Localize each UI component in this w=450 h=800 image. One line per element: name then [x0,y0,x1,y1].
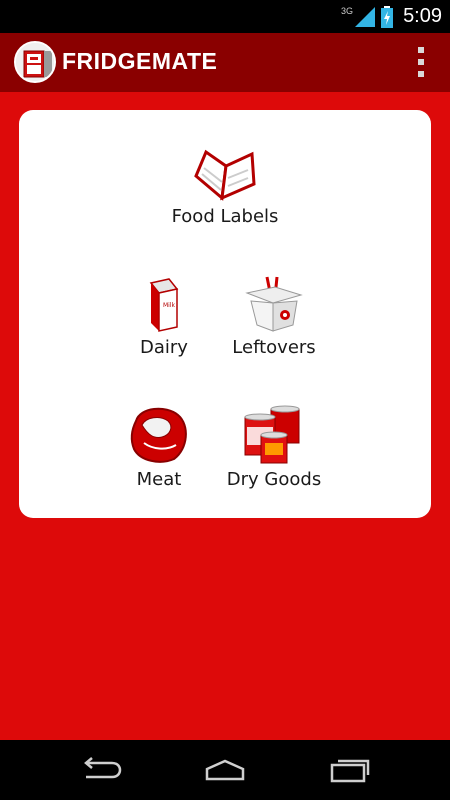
main-content: Food Labels Milk Dairy Leftovers Meat Dr… [0,92,450,740]
category-label: Leftovers [232,337,316,358]
category-dairy[interactable]: Milk Dairy [114,275,214,358]
category-label: Dry Goods [226,469,322,490]
network-type: 3G [341,5,354,16]
back-icon[interactable] [70,754,130,786]
open-book-icon [194,149,256,201]
app-title: FRIDGEMATE [62,48,218,74]
svg-text:Milk: Milk [163,302,176,309]
category-label: Meat [136,469,182,490]
category-label: Dairy [140,337,188,358]
milk-carton-icon: Milk [149,278,179,332]
category-dry-goods[interactable]: Dry Goods [219,405,329,490]
canned-goods-icon [244,405,300,464]
clock: 5:09 [403,5,442,27]
action-bar: FRIDGEMATE [0,33,450,92]
category-leftovers[interactable]: Leftovers [219,275,329,358]
overflow-menu-icon[interactable] [416,47,426,77]
signal-icon [355,6,376,27]
takeout-box-icon [245,276,303,332]
battery-charging-icon [381,5,394,28]
category-meat[interactable]: Meat [109,405,209,490]
home-icon[interactable] [195,754,255,786]
steak-icon [130,407,187,463]
category-food-labels[interactable]: Food Labels [165,146,285,227]
system-nav-bar [0,740,450,800]
status-bar: 3G 5:09 [0,0,450,33]
recent-apps-icon[interactable] [320,754,380,786]
category-label: Food Labels [171,206,279,227]
category-card: Food Labels Milk Dairy Leftovers Meat Dr… [19,110,431,518]
fridge-logo-icon[interactable] [14,41,56,83]
